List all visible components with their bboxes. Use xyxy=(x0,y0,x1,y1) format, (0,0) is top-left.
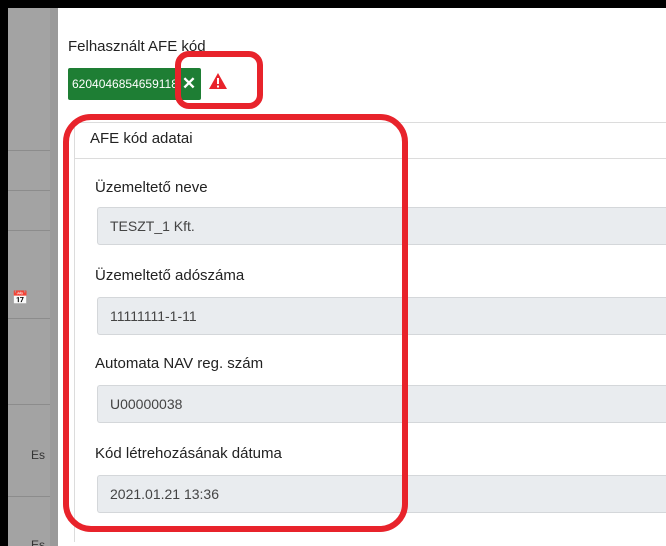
highlight-annotation-details xyxy=(63,114,408,532)
background-divider xyxy=(8,404,50,405)
background-label: Es xyxy=(31,448,46,462)
calendar-icon: 📅 xyxy=(12,290,29,305)
background-divider xyxy=(8,318,50,319)
background-label: Es xyxy=(31,538,46,546)
afe-code-value: 6204046854659118 xyxy=(72,77,176,91)
highlight-annotation-warning xyxy=(175,51,263,109)
background-divider xyxy=(8,190,50,191)
background-divider xyxy=(8,150,50,151)
background-page: 📅 Es Es xyxy=(8,8,58,546)
background-divider xyxy=(8,496,50,497)
background-sidebar xyxy=(8,8,50,546)
background-divider xyxy=(8,230,50,231)
